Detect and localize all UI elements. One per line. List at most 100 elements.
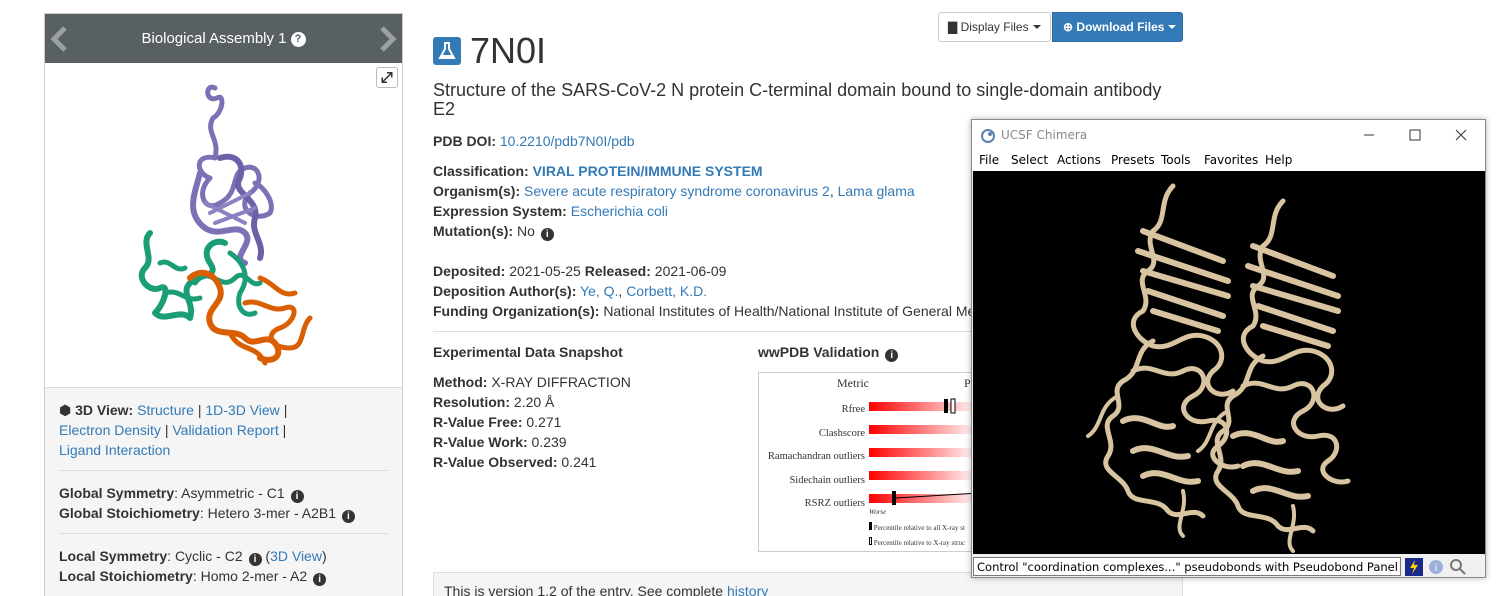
file-icon: ▇ — [948, 20, 958, 34]
metric-labels: Rfree Clashscore Ramachandran outliers S… — [759, 398, 865, 516]
validation-slider-chart[interactable]: Metric P Rfree Clashscore Ramachandran o… — [758, 372, 978, 552]
doi-row: PDB DOI: 10.2210/pdb7N0I/pdb — [433, 133, 635, 149]
menu-actions[interactable]: Actions — [1057, 153, 1101, 167]
chimera-graphics-canvas[interactable] — [973, 171, 1485, 554]
expression-row: Expression System: Escherichia coli — [433, 203, 668, 219]
assembly-header: Biological Assembly 1? — [45, 14, 402, 63]
funding-row: Funding Organization(s): National Instit… — [433, 303, 973, 319]
structure-link[interactable]: Structure — [137, 402, 194, 418]
metric-rfree: Rfree — [841, 404, 865, 415]
author-link-2[interactable]: Corbett, K.D. — [626, 283, 707, 299]
assembly-title: Biological Assembly 1? — [45, 30, 402, 47]
chimera-title: UCSF Chimera — [1001, 128, 1088, 142]
robs-row: R-Value Observed: 0.241 — [433, 454, 597, 470]
chevron-right-icon[interactable] — [374, 26, 400, 52]
history-link[interactable]: history — [727, 583, 768, 596]
resolution-row: Resolution: 2.20 Å — [433, 394, 555, 410]
metric-header: Metric — [837, 376, 869, 390]
separator: | — [197, 402, 202, 418]
menu-help[interactable]: Help — [1265, 153, 1292, 167]
legend-xray: Percentile relative to X-ray struc — [869, 537, 965, 547]
classification-row: Classification: VIRAL PROTEIN/IMMUNE SYS… — [433, 163, 763, 179]
magnifier-icon[interactable] — [1449, 558, 1467, 576]
lightning-icon[interactable] — [1405, 558, 1423, 576]
close-icon[interactable] — [1454, 128, 1468, 142]
metric-ramachandran: Ramachandran outliers — [767, 451, 865, 462]
download-icon: ⊕ — [1063, 20, 1074, 34]
section-divider — [433, 331, 977, 332]
chimera-window[interactable]: UCSF Chimera File Select Actions Presets… — [971, 119, 1486, 578]
info-icon[interactable]: i — [248, 553, 262, 566]
organism-link-1[interactable]: Severe acute respiratory syndrome corona… — [524, 183, 830, 199]
organism-row: Organism(s): Severe acute respiratory sy… — [433, 183, 915, 199]
menu-file[interactable]: File — [979, 153, 999, 167]
metric-sidechain: Sidechain outliers — [789, 474, 865, 486]
menu-select[interactable]: Select — [1011, 153, 1048, 167]
minimize-icon[interactable] — [1362, 128, 1376, 142]
help-icon[interactable]: ? — [290, 32, 306, 47]
views-line-1: ⬢ 3D View: Structure | 1D-3D View | — [59, 400, 388, 420]
percentile-header: P — [964, 376, 971, 390]
info-icon[interactable]: i — [341, 510, 355, 523]
divider — [59, 533, 388, 534]
views-box: ⬢ 3D View: Structure | 1D-3D View | Elec… — [45, 387, 402, 596]
menu-presets[interactable]: Presets — [1111, 153, 1155, 167]
local-symmetry-label: Local Symmetry — [59, 548, 168, 564]
info-icon[interactable]: i — [1427, 558, 1445, 576]
molecule-render — [138, 84, 313, 366]
info-icon[interactable]: i — [885, 349, 899, 362]
assembly-panel: Biological Assembly 1? ⬢ 3D View: Struct… — [44, 13, 403, 596]
flask-icon — [433, 37, 461, 65]
info-icon[interactable]: i — [540, 228, 554, 241]
pdb-id: 7N0I — [470, 30, 547, 71]
svg-text:i: i — [1435, 563, 1438, 574]
rfree-row: R-Value Free: 0.271 — [433, 414, 562, 430]
separator: | — [164, 422, 169, 438]
dates-row: Deposited: 2021-05-25 Released: 2021-06-… — [433, 263, 727, 279]
menu-favorites[interactable]: Favorites — [1204, 153, 1258, 167]
divider — [59, 470, 388, 471]
metric-rsrz: RSRZ outliers — [804, 498, 865, 509]
electron-density-link[interactable]: Electron Density — [59, 422, 161, 438]
menu-tools[interactable]: Tools — [1161, 153, 1191, 167]
doi-link[interactable]: 10.2210/pdb7N0I/pdb — [500, 133, 635, 149]
chimera-status-line: Control "coordination complexes..." pseu… — [973, 557, 1401, 576]
caret-down-icon — [1168, 25, 1177, 29]
caret-down-icon — [1032, 25, 1041, 29]
chimera-ribbon-render — [1086, 183, 1351, 553]
global-stoichiometry-value: : Hetero 3-mer - A2B1 — [199, 505, 336, 521]
maximize-icon[interactable] — [1408, 128, 1422, 142]
separator: | — [282, 422, 287, 438]
chimera-logo-icon — [981, 129, 995, 143]
ligand-interaction-link[interactable]: Ligand Interaction — [59, 442, 170, 458]
local-symmetry-value: : Cyclic - C2 — [167, 548, 243, 564]
expand-button[interactable] — [376, 67, 398, 88]
validation-heading: wwPDB Validation i — [758, 342, 899, 362]
expand-icon — [381, 71, 393, 84]
validation-report-link[interactable]: Validation Report — [172, 422, 278, 438]
local-3d-view-link[interactable]: 3D View — [270, 548, 322, 564]
global-symmetry-label: Global Symmetry — [59, 485, 175, 501]
chimera-titlebar[interactable]: UCSF Chimera — [972, 120, 1485, 150]
method-row: Method: X-RAY DIFFRACTION — [433, 374, 631, 390]
local-stoichiometry-label: Local Stoichiometry — [59, 568, 193, 584]
authors-row: Deposition Author(s): Ye, Q., Corbett, K… — [433, 283, 708, 299]
display-files-button[interactable]: ▇ Display Files — [938, 12, 1051, 42]
chimera-menubar: File Select Actions Presets Tools Favori… — [972, 150, 1485, 171]
molecule-viewer[interactable] — [45, 63, 402, 386]
rwork-row: R-Value Work: 0.239 — [433, 434, 567, 450]
download-files-button[interactable]: ⊕ Download Files — [1052, 12, 1183, 42]
author-link-1[interactable]: Ye, Q. — [580, 283, 618, 299]
experimental-heading: Experimental Data Snapshot — [433, 344, 623, 360]
info-icon[interactable]: i — [290, 490, 304, 503]
views-line-2: Electron Density | Validation Report | — [59, 420, 388, 440]
info-icon[interactable]: i — [313, 573, 327, 586]
1d-3d-view-link[interactable]: 1D-3D View — [205, 402, 279, 418]
global-stoichiometry-label: Global Stoichiometry — [59, 505, 200, 521]
expression-link[interactable]: Escherichia coli — [571, 203, 668, 219]
local-stoichiometry-value: : Homo 2-mer - A2 — [192, 568, 308, 584]
global-symmetry-value: : Asymmetric - C1 — [174, 485, 285, 501]
organism-link-2[interactable]: Lama glama — [838, 183, 915, 199]
mutation-row: Mutation(s): No i — [433, 221, 554, 241]
classification-link[interactable]: VIRAL PROTEIN/IMMUNE SYSTEM — [533, 163, 763, 179]
